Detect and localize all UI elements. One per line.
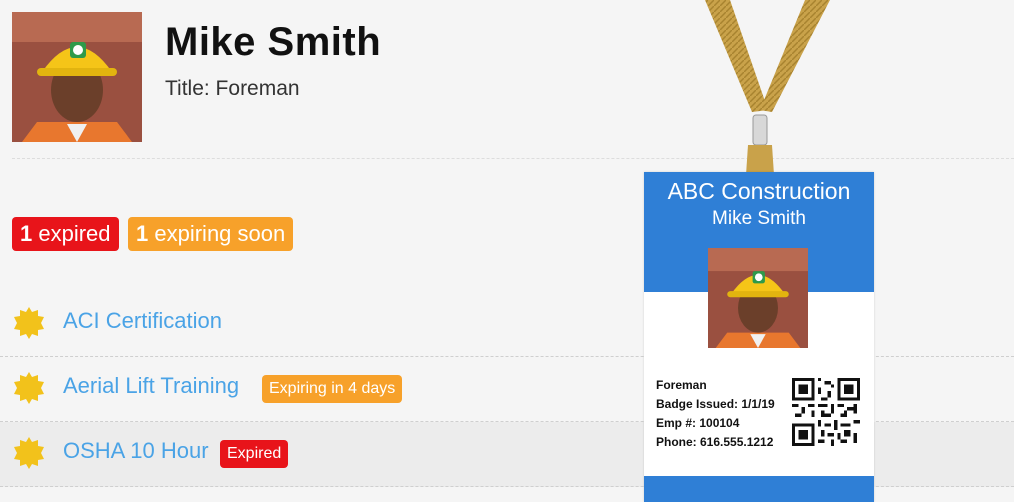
expiring-soon-count: 1: [136, 221, 149, 246]
id-badge-issued: Badge Issued: 1/1/19: [656, 397, 775, 411]
expired-count: 1: [20, 221, 33, 246]
id-badge-emp-number: Emp #: 100104: [656, 416, 740, 430]
expired-count-badge[interactable]: 1 expired: [12, 217, 119, 251]
id-badge-role: Foreman: [656, 378, 707, 392]
certification-link[interactable]: OSHA 10 Hour: [63, 438, 209, 464]
expiring-soon-count-badge[interactable]: 1 expiring soon: [128, 217, 294, 251]
profile-photo: [12, 12, 142, 142]
id-badge-photo: [708, 248, 808, 348]
lanyard-image: [705, 0, 830, 175]
certification-link[interactable]: ACI Certification: [63, 308, 222, 334]
profile-name: Mike Smith: [165, 20, 382, 64]
id-badge-details: Foreman Badge Issued: 1/1/19 Emp #: 1001…: [656, 376, 775, 452]
header-divider: [12, 158, 1014, 159]
certificate-seal-icon: [14, 437, 44, 469]
expiring-soon-label: expiring soon: [154, 221, 286, 246]
expired-status-badge: Expired: [220, 440, 289, 468]
id-badge-company: ABC Construction: [667, 178, 851, 204]
qr-code-icon: [792, 378, 860, 446]
certificate-seal-icon: [14, 372, 44, 404]
id-badge-phone: Phone: 616.555.1212: [656, 435, 774, 449]
id-badge-footer: [644, 476, 874, 502]
id-badge-card: ABC Construction Mike Smith Foreman Badg…: [644, 172, 874, 502]
certification-link[interactable]: Aerial Lift Training: [63, 373, 239, 399]
expiring-status-badge: Expiring in 4 days: [262, 375, 403, 403]
certificate-seal-icon: [14, 307, 44, 339]
expired-label: expired: [38, 221, 111, 246]
profile-title: Title: Foreman: [165, 77, 300, 100]
id-badge-name: Mike Smith: [712, 208, 806, 229]
